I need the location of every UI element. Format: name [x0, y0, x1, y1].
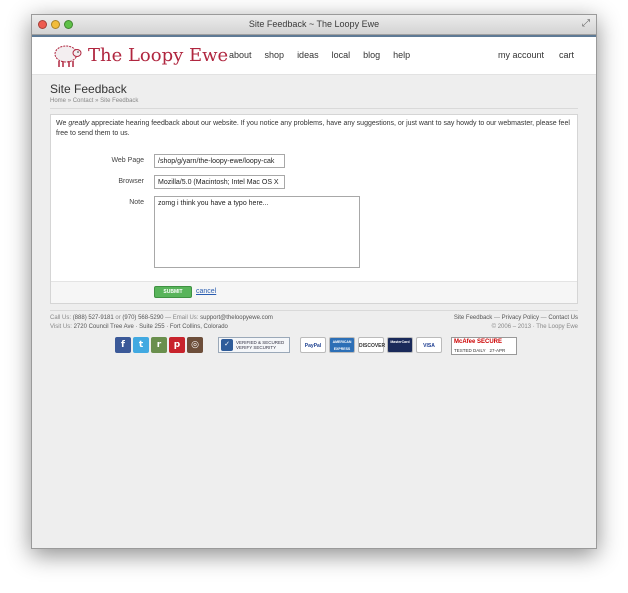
fullscreen-icon[interactable]: ⤢: [582, 18, 590, 29]
web-page-label: Web Page: [111, 157, 144, 164]
nav-help[interactable]: help: [393, 50, 410, 60]
footer-contact-link[interactable]: Contact Us: [548, 315, 578, 321]
nav-about[interactable]: about: [229, 50, 252, 60]
instagram-icon[interactable]: ◎: [187, 337, 203, 353]
sheep-logo-icon: [54, 45, 82, 67]
account-nav: my account cart: [498, 50, 574, 60]
breadcrumb-home[interactable]: Home: [50, 98, 66, 104]
nav-blog[interactable]: blog: [363, 50, 380, 60]
browser-window: Site Feedback ~ The Loopy Ewe ⤢ The Loop…: [31, 14, 597, 549]
call-label: Call Us:: [50, 315, 72, 321]
footer-contact: Call Us: (888) 527-9181 or (970) 568-529…: [50, 314, 273, 332]
breadcrumb: Home » Contact » Site Feedback: [50, 98, 578, 104]
nav-shop[interactable]: shop: [265, 50, 285, 60]
or-text: or: [115, 315, 121, 321]
amex-icon: AMERICAN EXPRESS: [329, 337, 355, 353]
cancel-link[interactable]: cancel: [196, 288, 216, 295]
intro-body: appreciate hearing feedback about our we…: [56, 120, 570, 137]
breadcrumb-contact[interactable]: Contact: [73, 98, 94, 104]
intro-text: We greatly appreciate hearing feedback a…: [51, 115, 577, 143]
intro-emphasis: greatly: [68, 120, 90, 127]
site-logo[interactable]: The Loopy Ewe: [50, 42, 228, 68]
mcafee-tested: TESTED DAILY 27-APR: [452, 347, 516, 354]
footer-privacy-link[interactable]: Privacy Policy: [502, 315, 539, 321]
visa-icon: VISA: [416, 337, 442, 353]
main-content: Site Feedback Home » Contact » Site Feed…: [32, 82, 596, 361]
verified-line2: VERIFY SECURITY: [236, 345, 277, 350]
mcafee-secure-badge[interactable]: McAfee SECURE TESTED DAILY 27-APR: [451, 337, 517, 355]
site-header: The Loopy Ewe about shop ideas local blo…: [32, 37, 596, 75]
mastercard-icon: MasterCard: [387, 337, 413, 353]
window-title: Site Feedback ~ The Loopy Ewe: [248, 19, 380, 29]
web-page-field[interactable]: /shop/g/yarn/the-loopy-ewe/loopy-cak: [154, 154, 285, 168]
form-actions: SUBMIT cancel: [51, 281, 577, 303]
breadcrumb-current: Site Feedback: [100, 98, 139, 104]
footer-phone-line: Call Us: (888) 527-9181 or (970) 568-529…: [50, 315, 273, 321]
browser-field[interactable]: Mozilla/5.0 (Macintosh; Intel Mac OS X: [154, 175, 285, 189]
footer-address-line: Visit Us: 2720 Council Tree Ave · Suite …: [50, 323, 273, 332]
my-account-link[interactable]: my account: [498, 50, 544, 60]
verified-text: VERIFIED & SECURED VERIFY SECURITY: [236, 340, 284, 350]
note-textarea[interactable]: zomg i think you have a typo here...: [154, 196, 360, 268]
badges-row: f t r p ◎ ✓ VERIFIED & SECURED VERIFY SECURIT…: [50, 337, 578, 361]
mcafee-tested-label: TESTED DAILY: [454, 348, 486, 353]
feedback-form: We greatly appreciate hearing feedback a…: [50, 114, 578, 304]
address-text: 2720 Council Tree Ave · Suite 255 · Fort…: [73, 324, 228, 330]
paypal-icon: PayPal: [300, 337, 326, 353]
submit-button[interactable]: SUBMIT: [154, 286, 192, 298]
nav-ideas[interactable]: ideas: [297, 50, 319, 60]
shield-icon: ✓: [221, 339, 233, 351]
logo-text: The Loopy Ewe: [88, 44, 229, 66]
payment-icons: PayPal AMERICAN EXPRESS DISCOVER MasterCard…: [300, 337, 442, 353]
footer-links: Site Feedback — Privacy Policy — Contact…: [454, 314, 578, 332]
pinterest-icon[interactable]: p: [169, 337, 185, 353]
copyright: © 2006 – 2013 · The Loopy Ewe: [491, 324, 578, 330]
mcafee-title: McAfee SECURE: [454, 339, 503, 345]
phone-primary: (888) 527-9181: [72, 315, 114, 321]
divider: [50, 108, 578, 109]
phone-secondary: (970) 568-5290: [122, 315, 164, 321]
intro-lead: We: [56, 120, 69, 127]
cart-link[interactable]: cart: [559, 50, 574, 60]
footer-links-line: Site Feedback — Privacy Policy — Contact…: [453, 315, 578, 321]
main-nav: about shop ideas local blog help: [229, 50, 423, 60]
email-link[interactable]: support@theloopyewe.com: [200, 315, 273, 321]
nav-local[interactable]: local: [332, 50, 351, 60]
browser-label: Browser: [118, 178, 144, 185]
page-title: Site Feedback: [50, 82, 127, 96]
facebook-icon[interactable]: f: [115, 337, 131, 353]
mcafee-date: 27-APR: [489, 348, 506, 353]
note-label: Note: [129, 199, 144, 206]
social-icons: f t r p ◎: [115, 337, 203, 353]
window-titlebar: Site Feedback ~ The Loopy Ewe ⤢: [32, 15, 596, 35]
email-label: Email Us:: [172, 315, 199, 321]
visit-label: Visit Us:: [50, 324, 72, 330]
discover-icon: DISCOVER: [358, 337, 385, 353]
footer-site-feedback-link[interactable]: Site Feedback: [454, 315, 492, 321]
twitter-icon[interactable]: t: [133, 337, 149, 353]
ravelry-icon[interactable]: r: [151, 337, 167, 353]
site-footer: Call Us: (888) 527-9181 or (970) 568-529…: [50, 310, 578, 334]
verified-secured-badge[interactable]: ✓ VERIFIED & SECURED VERIFY SECURITY: [218, 337, 290, 353]
